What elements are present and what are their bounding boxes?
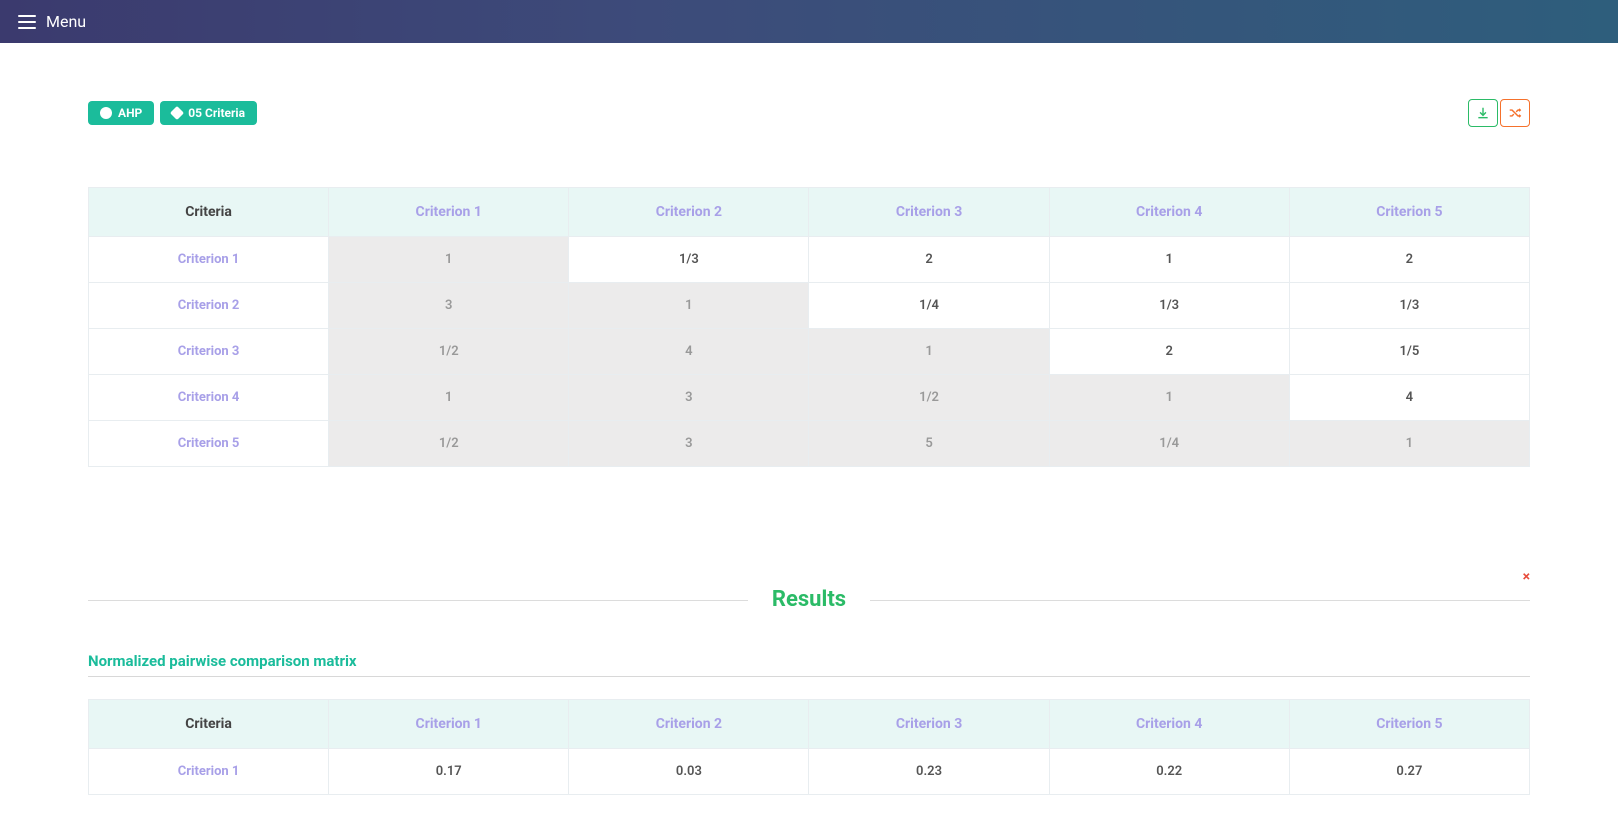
row-label: Criterion 4 [89,375,329,421]
normalized-col-3: Criterion 3 [809,700,1049,749]
comparison-cell[interactable]: 4 [1289,375,1529,421]
method-badge[interactable]: AHP [88,101,154,125]
normalized-col-1: Criterion 1 [329,700,569,749]
table-row: Criterion 4131/214 [89,375,1530,421]
normalized-cell: 0.22 [1049,749,1289,795]
normalized-heading: Normalized pairwise comparison matrix [88,652,1530,677]
comparison-cell: 1 [1049,375,1289,421]
comparison-cell[interactable]: 1/5 [1289,329,1529,375]
comparison-cell: 5 [809,421,1049,467]
action-buttons [1468,99,1530,127]
comparison-cell[interactable]: 1/3 [1049,283,1289,329]
table-row: Criterion 111/3212 [89,237,1530,283]
table-row: Criterion 51/2351/41 [89,421,1530,467]
comparison-cell: 1 [809,329,1049,375]
normalized-cell: 0.03 [569,749,809,795]
comparison-cell: 4 [569,329,809,375]
comparison-cell: 3 [329,283,569,329]
comparison-cell[interactable]: 2 [1289,237,1529,283]
normalized-col-5: Criterion 5 [1289,700,1529,749]
method-badge-label: AHP [118,106,142,120]
comparison-cell: 3 [569,375,809,421]
download-icon [1476,106,1490,120]
row-label: Criterion 1 [89,749,329,795]
normalized-col-2: Criterion 2 [569,700,809,749]
menu-label: Menu [46,12,86,31]
normalized-col-4: Criterion 4 [1049,700,1289,749]
col-header-1: Criterion 1 [329,188,569,237]
comparison-cell: 1 [329,375,569,421]
row-label: Criterion 3 [89,329,329,375]
top-bar: Menu [0,0,1618,43]
comparison-cell: 1 [569,283,809,329]
results-divider: × Results [88,587,1530,612]
comparison-table: Criteria Criterion 1 Criterion 2 Criteri… [88,187,1530,467]
comparison-cell: 1/2 [329,421,569,467]
comparison-cell: 1 [1289,421,1529,467]
normalized-header-row: Criteria Criterion 1 Criterion 2 Criteri… [89,700,1530,749]
table-row: Criterion 10.170.030.230.220.27 [89,749,1530,795]
tag-icon [170,106,184,120]
badges-group: AHP 05 Criteria [88,101,257,125]
results-heading: Results [748,587,870,612]
table-row: Criterion 31/24121/5 [89,329,1530,375]
shuffle-icon [1508,106,1522,120]
col-header-4: Criterion 4 [1049,188,1289,237]
comparison-cell[interactable]: 1 [1049,237,1289,283]
normalized-header-criteria: Criteria [89,700,329,749]
comparison-table-header-row: Criteria Criterion 1 Criterion 2 Criteri… [89,188,1530,237]
download-button[interactable] [1468,99,1498,127]
comparison-cell: 3 [569,421,809,467]
header-criteria-label: Criteria [89,188,329,237]
row-label: Criterion 5 [89,421,329,467]
table-row: Criterion 2311/41/31/3 [89,283,1530,329]
normalized-cell: 0.27 [1289,749,1529,795]
comparison-cell: 1/2 [329,329,569,375]
col-header-3: Criterion 3 [809,188,1049,237]
criteria-count-badge[interactable]: 05 Criteria [160,101,257,125]
main-content: AHP 05 Criteria Criteria Criterion 1 Cri… [0,43,1618,835]
method-icon [100,107,112,119]
normalized-cell: 0.17 [329,749,569,795]
menu-button[interactable]: Menu [18,12,86,31]
badge-row: AHP 05 Criteria [88,99,1530,127]
shuffle-button[interactable] [1500,99,1530,127]
comparison-cell[interactable]: 1/3 [1289,283,1529,329]
hamburger-icon [18,15,36,29]
comparison-cell[interactable]: 2 [809,237,1049,283]
comparison-cell: 1 [329,237,569,283]
normalized-cell: 0.23 [809,749,1049,795]
col-header-5: Criterion 5 [1289,188,1529,237]
comparison-cell[interactable]: 1/4 [809,283,1049,329]
comparison-cell[interactable]: 2 [1049,329,1289,375]
row-label: Criterion 1 [89,237,329,283]
criteria-count-label: 05 Criteria [188,106,245,120]
normalized-table: Criteria Criterion 1 Criterion 2 Criteri… [88,699,1530,795]
comparison-cell[interactable]: 1/3 [569,237,809,283]
results-close-button[interactable]: × [1523,569,1530,585]
comparison-cell: 1/2 [809,375,1049,421]
col-header-2: Criterion 2 [569,188,809,237]
comparison-cell: 1/4 [1049,421,1289,467]
row-label: Criterion 2 [89,283,329,329]
